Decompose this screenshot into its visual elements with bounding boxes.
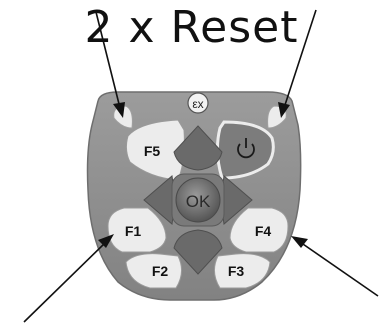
f4-label: F4 bbox=[255, 223, 272, 239]
f5-label: F5 bbox=[144, 143, 161, 159]
f1-label: F1 bbox=[125, 223, 142, 239]
keypad-illustration: εx F5 OK F1 F4 F2 F3 bbox=[23, 9, 379, 323]
arrow-to-f1 bbox=[23, 234, 114, 323]
reset-diagram: 2 x Reset εx F5 OK F1 F4 F2 F3 bbox=[0, 0, 383, 325]
f3-label: F3 bbox=[228, 263, 245, 279]
f2-label: F2 bbox=[152, 263, 169, 279]
ok-label: OK bbox=[186, 192, 211, 211]
ex-symbol: εx bbox=[192, 97, 203, 111]
arrow-to-f4 bbox=[291, 236, 379, 297]
